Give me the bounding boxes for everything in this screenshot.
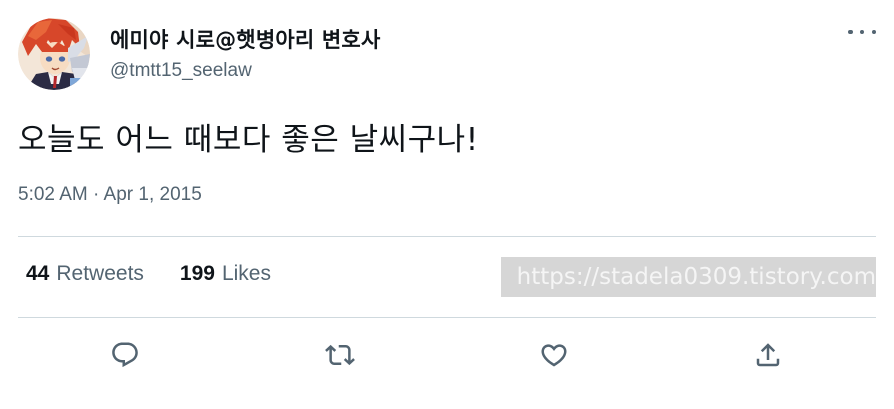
share-icon [756,343,780,367]
retweet-button[interactable] [322,337,358,373]
more-dot [848,29,853,35]
more-dot [871,29,876,35]
retweet-icon [325,344,355,366]
more-options-icon[interactable] [848,22,876,42]
likes-label: Likes [221,262,271,285]
like-button[interactable] [536,337,572,373]
retweets-stat[interactable]: 44 Retweets [26,262,144,286]
more-dot [859,29,865,35]
retweets-count: 44 [26,262,50,285]
user-handle[interactable]: @tmtt15_seelaw [110,60,252,82]
tweet-text: 오늘도 어느 때보다 좋은 날씨구나! [18,122,479,158]
heart-icon [541,344,567,367]
tweet-stats: 44 Retweets 199 Likes [26,262,271,286]
watermark: https://stadela0309.tistory.com [501,257,876,297]
divider [18,317,876,318]
display-name[interactable]: 에미야 시로@햇병아리 변호사 [110,24,380,54]
likes-stat[interactable]: 199 Likes [180,262,271,286]
avatar-image [18,18,90,90]
tweet-timestamp[interactable]: 5:02 AM · Apr 1, 2015 [18,184,202,206]
reply-button[interactable] [107,337,143,373]
divider [18,236,876,237]
tweet-card: 에미야 시로@햇병아리 변호사 @tmtt15_seelaw 오늘도 어느 때보… [0,0,894,409]
likes-count: 199 [179,262,215,285]
retweets-label: Retweets [56,262,144,285]
share-button[interactable] [750,337,786,373]
reply-icon [112,342,138,368]
avatar[interactable] [18,18,90,90]
